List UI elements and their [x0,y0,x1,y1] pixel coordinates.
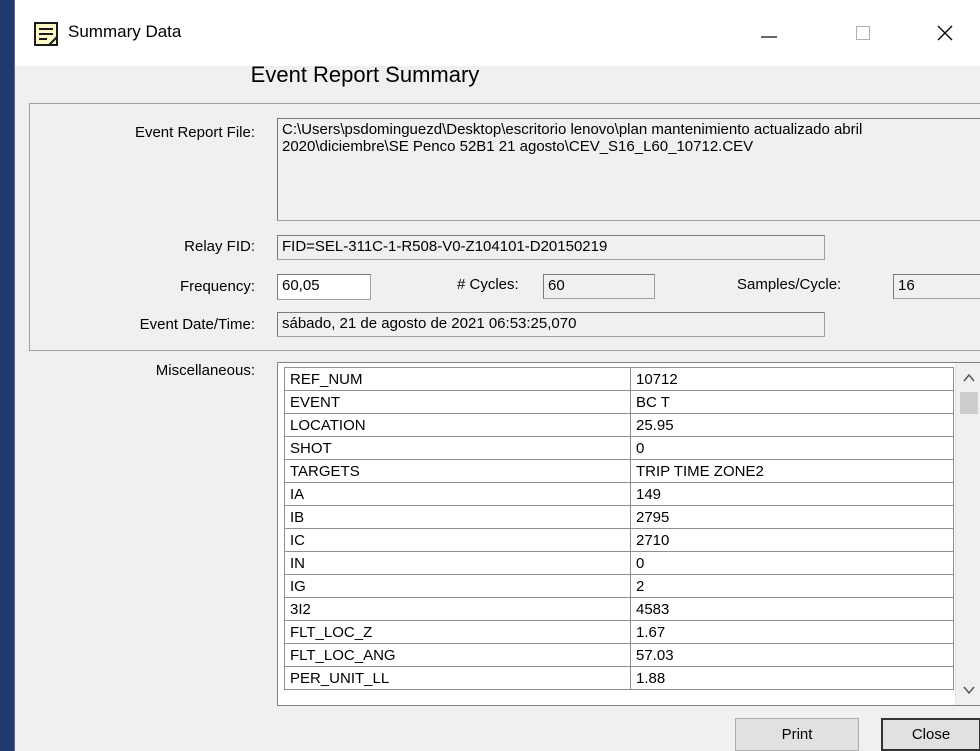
row-key: LOCATION [284,413,631,437]
samples-per-cycle-label: Samples/Cycle: [737,276,842,293]
relay-fid-field[interactable]: FID=SEL-311C-1-R508-V0-Z104101-D20150219 [277,235,825,260]
title-bar[interactable]: Summary Data [15,0,980,66]
frequency-label: Frequency: [179,278,255,295]
row-value: 1.67 [630,620,954,644]
row-value: 25.95 [630,413,954,437]
cycles-field[interactable]: 60 [543,274,655,299]
event-report-file-field[interactable]: C:\Users\psdominguezd\Desktop\escritorio… [277,118,980,221]
samples-per-cycle-field[interactable]: 16 [893,274,980,299]
row-key: TARGETS [284,459,631,483]
row-key: 3I2 [284,597,631,621]
row-key: PER_UNIT_LL [284,666,631,690]
close-window-button[interactable] [915,8,975,58]
row-value: 0 [630,436,954,460]
vertical-scrollbar[interactable] [955,363,980,705]
table-row[interactable]: EVENT BC T [284,390,954,414]
table-row[interactable]: REF_NUM 10712 [284,367,954,391]
table-row[interactable]: 3I2 4583 [284,597,954,621]
row-key: IN [284,551,631,575]
row-key: IB [284,505,631,529]
table-row[interactable]: IC 2710 [284,528,954,552]
relay-fid-label: Relay FID: [184,238,255,255]
minimize-button[interactable] [739,8,799,58]
event-report-file-label: Event Report File: [134,124,255,141]
table-row[interactable]: LOCATION 25.95 [284,413,954,437]
row-value: 57.03 [630,643,954,667]
table-row[interactable]: IA 149 [284,482,954,506]
summary-data-window: Summary Data Event Report Summary Event … [14,0,980,751]
table-row[interactable]: PER_UNIT_LL 1.88 [284,666,954,690]
table-row[interactable]: IB 2795 [284,505,954,529]
row-key: REF_NUM [284,367,631,391]
table-row[interactable]: FLT_LOC_Z 1.67 [284,620,954,644]
row-key: FLT_LOC_ANG [284,643,631,667]
window-title: Summary Data [68,22,182,41]
row-value: TRIP TIME ZONE2 [630,459,954,483]
table-row[interactable]: TARGETS TRIP TIME ZONE2 [284,459,954,483]
cycles-label: # Cycles: [457,276,519,293]
row-value: 1.88 [630,666,954,690]
report-heading: Event Report Summary [250,62,480,87]
row-key: EVENT [284,390,631,414]
chevron-up-icon [963,373,975,382]
row-key: IG [284,574,631,598]
print-button[interactable]: Print [735,718,859,751]
miscellaneous-label: Miscellaneous: [155,362,255,379]
row-value: 0 [630,551,954,575]
table-row[interactable]: SHOT 0 [284,436,954,460]
scrollbar-thumb[interactable] [960,392,978,414]
close-icon [937,25,953,41]
row-key: IC [284,528,631,552]
maximize-button[interactable] [833,8,893,58]
row-key: IA [284,482,631,506]
event-datetime-field[interactable]: sábado, 21 de agosto de 2021 06:53:25,07… [277,312,825,337]
row-value: 4583 [630,597,954,621]
row-value: 2710 [630,528,954,552]
scroll-up-button[interactable] [956,365,980,391]
maximize-icon [856,26,870,40]
chevron-down-icon [963,686,975,695]
minimize-icon [761,36,777,38]
row-key: FLT_LOC_Z [284,620,631,644]
miscellaneous-table: REF_NUM 10712 EVENT BC T LOCATION 25.95 SHOT 0 T… [284,367,954,690]
table-row[interactable]: IN 0 [284,551,954,575]
row-value: 2795 [630,505,954,529]
notepad-icon [34,22,58,46]
event-datetime-label: Event Date/Time: [139,316,255,333]
miscellaneous-listbox[interactable]: REF_NUM 10712 EVENT BC T LOCATION 25.95 SHOT 0 T… [277,362,980,706]
scroll-down-button[interactable] [956,677,980,703]
row-value: 149 [630,482,954,506]
row-value: BC T [630,390,954,414]
frequency-input[interactable]: 60,05 [277,274,371,300]
table-row[interactable]: FLT_LOC_ANG 57.03 [284,643,954,667]
row-value: 10712 [630,367,954,391]
close-button[interactable]: Close [881,718,980,751]
table-row[interactable]: IG 2 [284,574,954,598]
row-key: SHOT [284,436,631,460]
row-value: 2 [630,574,954,598]
